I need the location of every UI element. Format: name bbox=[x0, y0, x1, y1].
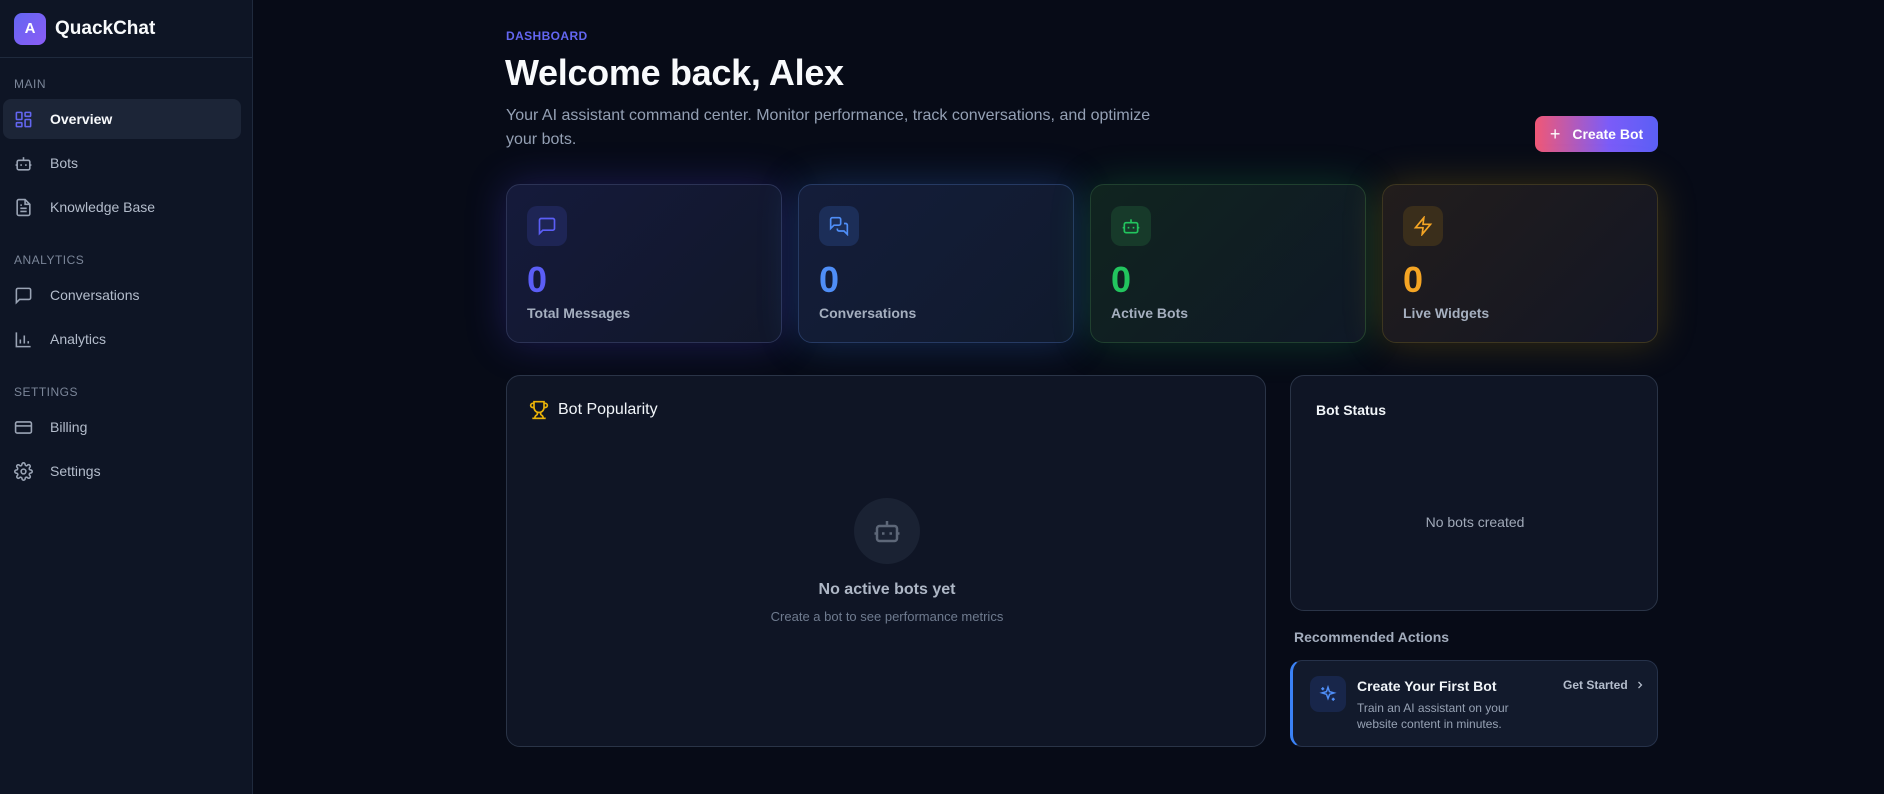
chat-bubble-icon bbox=[15, 287, 32, 305]
stat-value: 0 bbox=[819, 259, 840, 300]
sidebar-item-label: Knowledge Base bbox=[50, 199, 156, 215]
grid-icon bbox=[15, 111, 32, 127]
trophy-icon bbox=[529, 400, 549, 420]
page-subtitle: Your AI assistant command center. Monito… bbox=[506, 107, 1151, 148]
sidebar-item-label: Analytics bbox=[50, 331, 107, 347]
bot-icon bbox=[1111, 206, 1151, 246]
recommended-actions-title: Recommended Actions bbox=[1294, 629, 1450, 645]
sidebar: A QuackChat MAIN Overview Bots Knowledge… bbox=[0, 0, 253, 794]
sidebar-item-knowledge-base[interactable]: Knowledge Base bbox=[3, 187, 241, 227]
chevron-right-icon bbox=[1637, 681, 1643, 689]
nav-section-settings: SETTINGS bbox=[14, 385, 79, 399]
get-started-label: Get Started bbox=[1563, 678, 1628, 692]
recommended-action-description: Train an AI assistant on your website co… bbox=[1357, 701, 1509, 731]
stat-label: Active Bots bbox=[1111, 305, 1189, 321]
stat-card-live-widgets: 0 Live Widgets bbox=[1382, 184, 1658, 343]
bot-popularity-title: Bot Popularity bbox=[529, 400, 658, 420]
sidebar-item-label: Billing bbox=[50, 419, 88, 435]
bot-popularity-label: Bot Popularity bbox=[558, 401, 658, 418]
recommended-action-card[interactable]: Create Your First Bot Train an AI assist… bbox=[1290, 660, 1658, 747]
stat-label: Conversations bbox=[819, 305, 917, 321]
bot-status-panel: Bot Status No bots created bbox=[1290, 375, 1658, 611]
sidebar-item-billing[interactable]: Billing bbox=[3, 407, 241, 447]
sparkles-icon bbox=[1310, 676, 1346, 712]
page-title: Welcome back, Alex bbox=[505, 52, 844, 93]
sidebar-item-label: Overview bbox=[50, 111, 113, 127]
sidebar-item-settings[interactable]: Settings bbox=[3, 451, 241, 491]
bot-icon bbox=[854, 498, 920, 564]
empty-state-title: No active bots yet bbox=[818, 581, 956, 598]
sidebar-item-label: Settings bbox=[50, 463, 101, 479]
empty-state-subtitle: Create a bot to see performance metrics bbox=[770, 609, 1004, 624]
brand-name: QuackChat bbox=[55, 17, 156, 39]
sidebar-item-bots[interactable]: Bots bbox=[3, 143, 241, 183]
stat-card-total-messages: 0 Total Messages bbox=[506, 184, 782, 343]
bot-popularity-panel: Bot Popularity No active bots yet Create… bbox=[506, 375, 1266, 747]
lightning-icon bbox=[1403, 206, 1443, 246]
sidebar-item-overview[interactable]: Overview bbox=[3, 99, 241, 139]
create-bot-button[interactable]: + Create Bot bbox=[1535, 116, 1658, 152]
brand[interactable]: A QuackChat bbox=[0, 0, 252, 58]
bar-chart-icon bbox=[15, 331, 31, 347]
breadcrumb: DASHBOARD bbox=[506, 29, 588, 43]
message-icon bbox=[527, 206, 567, 246]
sidebar-item-analytics[interactable]: Analytics bbox=[3, 319, 241, 359]
credit-card-icon bbox=[14, 420, 33, 434]
document-icon bbox=[16, 198, 31, 216]
nav-section-analytics: ANALYTICS bbox=[14, 253, 85, 267]
sidebar-item-label: Bots bbox=[50, 155, 79, 171]
stat-label: Total Messages bbox=[527, 305, 631, 321]
plus-icon: + bbox=[1549, 123, 1561, 144]
gear-icon bbox=[14, 461, 33, 481]
stat-value: 0 bbox=[1111, 259, 1132, 300]
bot-status-empty: No bots created bbox=[1425, 514, 1525, 530]
messages-icon bbox=[819, 206, 859, 246]
get-started-link[interactable]: Get Started bbox=[1563, 678, 1646, 692]
stat-card-active-bots: 0 Active Bots bbox=[1090, 184, 1366, 343]
stat-card-conversations: 0 Conversations bbox=[798, 184, 1074, 343]
stat-value: 0 bbox=[1403, 259, 1424, 300]
create-bot-label: Create Bot bbox=[1572, 126, 1644, 142]
sidebar-item-conversations[interactable]: Conversations bbox=[3, 275, 241, 315]
bot-icon bbox=[15, 156, 32, 171]
recommended-action-title: Create Your First Bot bbox=[1357, 678, 1497, 694]
nav-section-main: MAIN bbox=[14, 77, 46, 91]
sidebar-item-label: Conversations bbox=[50, 287, 140, 303]
stat-label: Live Widgets bbox=[1403, 305, 1490, 321]
bot-status-title: Bot Status bbox=[1316, 402, 1386, 418]
brand-logo: A bbox=[14, 12, 46, 45]
stat-value: 0 bbox=[527, 259, 548, 300]
